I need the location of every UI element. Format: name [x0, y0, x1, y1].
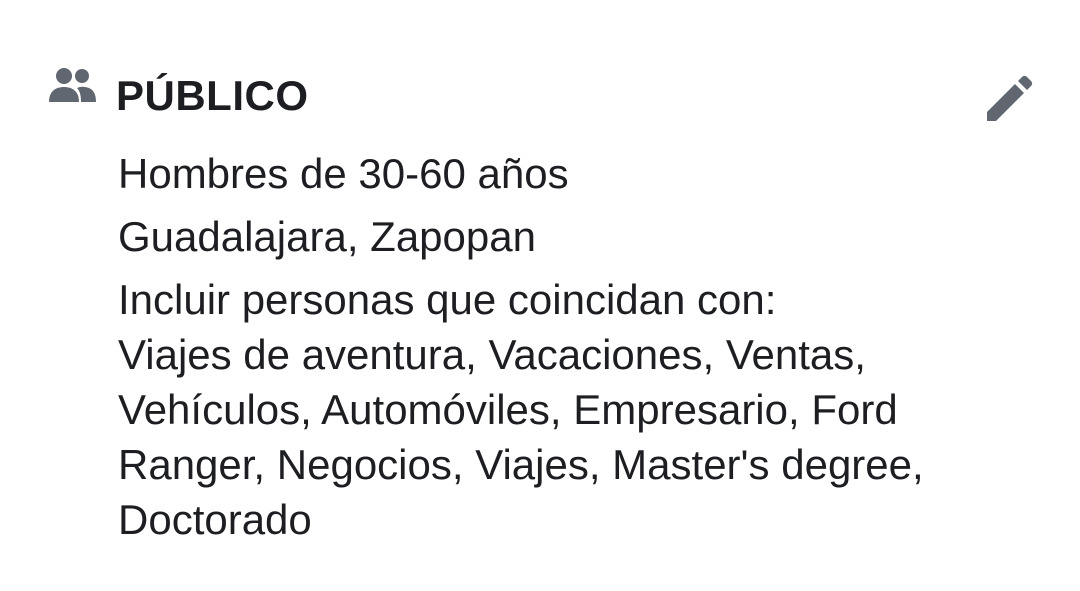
- people-icon: [47, 66, 97, 106]
- pencil-icon[interactable]: [984, 74, 1034, 124]
- section-title: PÚBLICO: [116, 72, 309, 119]
- interests-line: Viajes de aventura, Vacaciones, Ventas,: [118, 331, 866, 378]
- audience-section: PÚBLICO Hombres de 30-60 años Guadalajar…: [0, 0, 1080, 591]
- audience-details: Hombres de 30-60 años Guadalajara, Zapop…: [118, 146, 1018, 547]
- interests-block: Incluir personas que coincidan con: Viaj…: [118, 272, 1018, 547]
- interests-intro-text: Incluir personas que coincidan con:: [118, 276, 777, 323]
- interests-line: Doctorado: [118, 496, 312, 543]
- interests-line: Ranger, Negocios, Viajes, Master's degre…: [118, 441, 924, 488]
- locations-text: Guadalajara, Zapopan: [118, 213, 536, 260]
- interests-line: Vehículos, Automóviles, Empresario, Ford: [118, 386, 898, 433]
- demographics-text: Hombres de 30-60 años: [118, 150, 569, 197]
